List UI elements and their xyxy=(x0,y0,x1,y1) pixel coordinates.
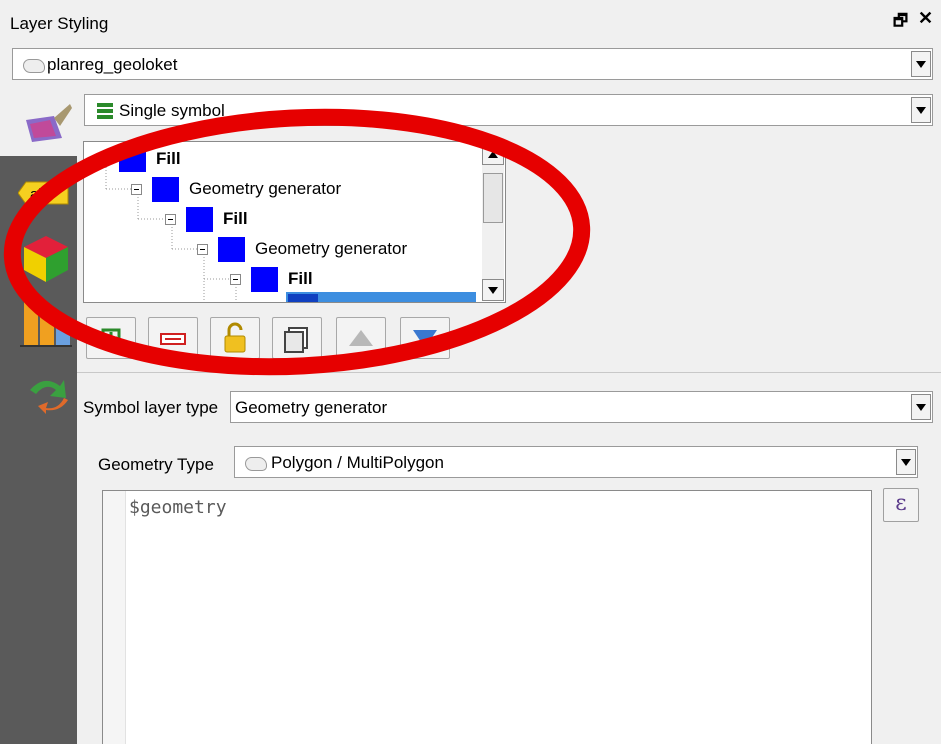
tree-row-label: Fill xyxy=(156,149,181,168)
symbol-swatch xyxy=(186,206,213,232)
symbol-swatch xyxy=(251,266,278,292)
scroll-up-icon[interactable] xyxy=(482,143,504,165)
layer-select-value: planreg_geoloket xyxy=(47,55,178,74)
collapse-icon[interactable] xyxy=(197,243,208,255)
tree-row[interactable]: Fill xyxy=(98,144,181,174)
3d-cube-icon[interactable] xyxy=(22,234,70,284)
tree-row-label: Fill xyxy=(223,209,248,228)
symbology-paintbrush-icon[interactable] xyxy=(20,100,74,146)
tree-row[interactable]: Fill xyxy=(165,204,248,234)
tree-row-label: Fill xyxy=(288,269,313,288)
section-divider xyxy=(77,372,941,373)
layer-select[interactable]: planreg_geoloket xyxy=(12,48,933,80)
float-panel-icon[interactable]: 🗗 xyxy=(893,10,908,37)
polygon-layer-icon xyxy=(23,59,45,73)
symbol-layer-type-label: Symbol layer type xyxy=(83,398,219,417)
symbol-layer-type-value: Geometry generator xyxy=(235,398,388,417)
panel-titlebar: Layer Styling 🗗 ✕ xyxy=(0,0,941,44)
chevron-down-icon[interactable] xyxy=(911,97,931,123)
remove-layer-button[interactable] xyxy=(148,317,198,359)
lock-icon xyxy=(224,322,246,353)
renderer-select-value: Single symbol xyxy=(119,101,225,120)
lock-button[interactable] xyxy=(210,317,260,359)
renderer-select[interactable]: Single symbol xyxy=(84,94,933,126)
move-up-button[interactable] xyxy=(336,317,386,359)
scroll-down-icon[interactable] xyxy=(482,279,504,301)
duplicate-icon xyxy=(284,327,308,353)
add-layer-button[interactable] xyxy=(86,317,136,359)
symbol-layer-type-select[interactable]: Geometry generator xyxy=(230,391,933,423)
tree-row[interactable]: Fill xyxy=(230,264,313,294)
labels-abc-icon[interactable]: abc xyxy=(18,180,70,206)
collapse-icon[interactable] xyxy=(131,183,142,195)
duplicate-button[interactable] xyxy=(272,317,322,359)
chevron-down-icon[interactable] xyxy=(896,449,916,475)
geometry-type-select[interactable]: Polygon / MultiPolygon xyxy=(234,446,918,478)
geometry-type-value: Polygon / MultiPolygon xyxy=(271,453,444,472)
move-up-icon xyxy=(349,330,373,346)
tree-row-label: Geometry generator xyxy=(189,179,342,198)
diagram-icon[interactable] xyxy=(20,298,72,350)
expression-text[interactable]: $geometry xyxy=(129,497,227,518)
tree-row-label: Geometry generator xyxy=(255,239,408,258)
scroll-thumb[interactable] xyxy=(483,173,503,223)
selected-row-highlight[interactable] xyxy=(286,292,476,302)
editor-gutter xyxy=(103,491,126,744)
panel-title: Layer Styling xyxy=(10,14,109,33)
tree-row[interactable]: Geometry generator xyxy=(131,174,341,204)
single-symbol-icon xyxy=(97,103,113,119)
tree-scrollbar[interactable] xyxy=(482,143,504,301)
symbol-layer-tree[interactable]: Fill Geometry generator Fill Geometry ge… xyxy=(83,141,506,303)
close-panel-icon[interactable]: ✕ xyxy=(918,8,933,29)
symbol-swatch xyxy=(152,176,179,202)
geometry-type-label: Geometry Type xyxy=(98,455,214,474)
symbol-swatch xyxy=(218,236,245,262)
history-undo-icon[interactable] xyxy=(24,370,72,414)
symbol-swatch xyxy=(119,146,146,172)
collapse-icon[interactable] xyxy=(98,153,109,165)
add-layer-icon xyxy=(101,328,121,348)
remove-layer-icon xyxy=(160,333,186,345)
expression-editor[interactable]: $geometry xyxy=(102,490,872,744)
chevron-down-icon[interactable] xyxy=(911,51,931,77)
labels-abc-text: abc xyxy=(30,186,55,203)
polygon-icon xyxy=(245,457,267,471)
chevron-down-icon[interactable] xyxy=(911,394,931,420)
expression-builder-button[interactable]: ε xyxy=(883,488,919,522)
collapse-icon[interactable] xyxy=(165,213,176,225)
move-down-button[interactable] xyxy=(400,317,450,359)
collapse-icon[interactable] xyxy=(230,273,241,285)
tree-row[interactable]: Geometry generator xyxy=(197,234,407,264)
move-down-icon xyxy=(413,330,437,348)
